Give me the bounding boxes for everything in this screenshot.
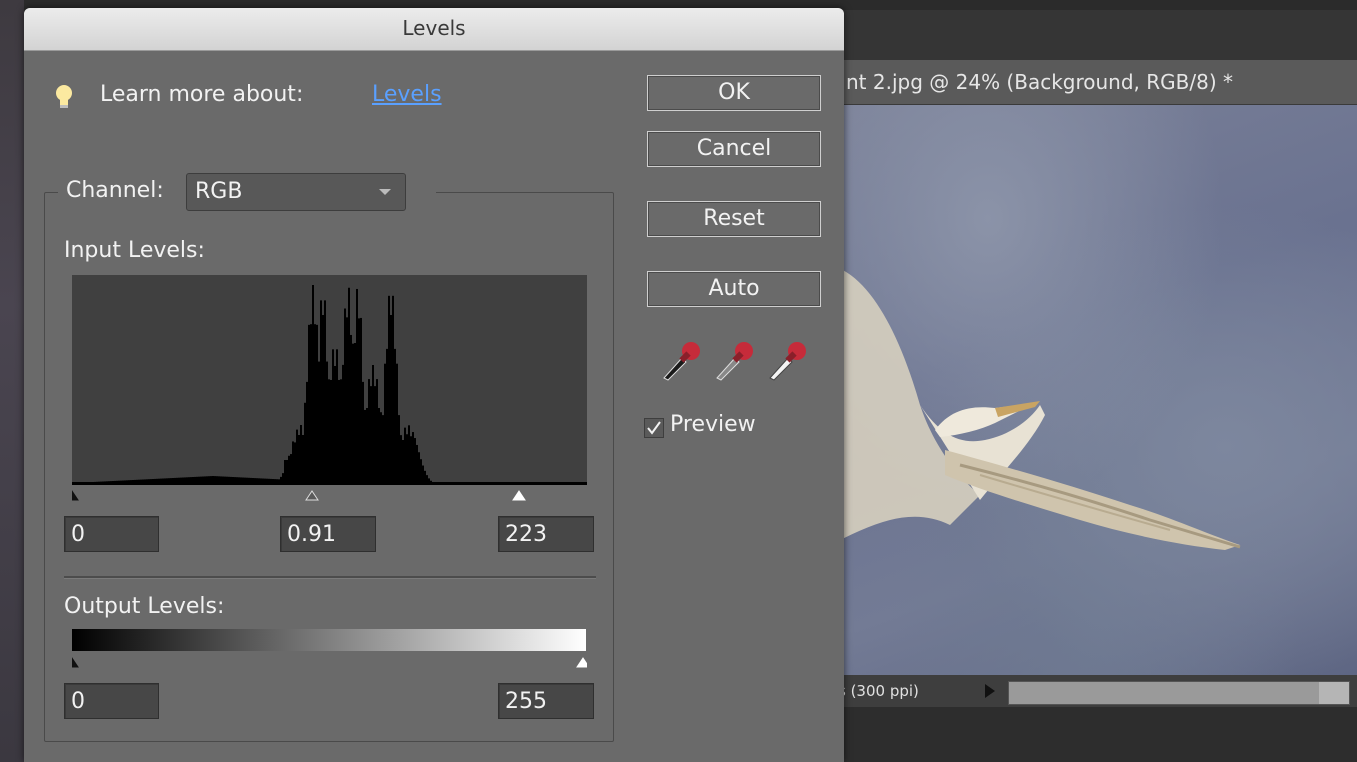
document-status-text: s (300 ppi) [838,682,919,700]
eyedropper-group [658,338,818,384]
auto-button[interactable]: Auto [647,271,821,307]
input-gamma-slider-handle[interactable] [305,490,319,501]
output-levels-label: Output Levels: [64,594,225,619]
document-bottom-area [830,707,1357,762]
channel-select[interactable]: RGB [186,173,406,211]
document-canvas[interactable] [830,105,1357,675]
channel-select-value: RGB [195,179,243,204]
input-white-field[interactable]: 223 [498,516,594,552]
preview-checkbox[interactable] [644,418,664,438]
learn-more-label: Learn more about: [100,82,304,107]
lightbulb-icon [56,85,72,108]
document-status-bar: s (300 ppi) [830,675,1357,707]
preview-label: Preview [670,412,756,437]
background-app-area [0,0,24,762]
section-divider [64,576,596,579]
output-white-field[interactable]: 255 [498,683,594,719]
output-black-slider-handle[interactable] [72,657,79,668]
reset-button[interactable]: Reset [647,201,821,237]
checkmark-icon [647,421,661,435]
input-white-slider-handle[interactable] [512,490,526,501]
input-black-field[interactable]: 0 [64,516,159,552]
white-eyedropper-icon[interactable] [764,338,810,384]
black-eyedropper-icon[interactable] [658,338,704,384]
dialog-titlebar[interactable]: Levels [24,8,844,51]
gray-eyedropper-icon[interactable] [711,338,757,384]
output-levels-slider[interactable] [72,653,587,669]
egret-image [830,265,1241,550]
output-black-field[interactable]: 0 [64,683,159,719]
document-window: nt 2.jpg @ 24% (Background, RGB/8) * s (… [830,10,1357,762]
input-gamma-field[interactable]: 0.91 [280,516,376,552]
histogram [72,275,587,485]
learn-more-link[interactable]: Levels [372,82,442,107]
ok-button[interactable]: OK [647,75,821,111]
cancel-button[interactable]: Cancel [647,131,821,167]
document-tab[interactable]: nt 2.jpg @ 24% (Background, RGB/8) * [830,60,1357,105]
input-levels-slider[interactable] [72,486,587,502]
horizontal-scrollbar[interactable] [1008,681,1350,705]
input-levels-label: Input Levels: [64,238,205,263]
output-gradient-bar [72,629,586,651]
status-menu-arrow-icon[interactable] [985,684,995,698]
levels-dialog: Levels Learn more about: Levels OK Cance… [24,8,844,762]
dialog-title: Levels [402,16,466,40]
channel-row: Channel: RGB [58,170,436,212]
document-tab-title: nt 2.jpg @ 24% (Background, RGB/8) * [846,70,1234,94]
channel-label: Channel: [66,178,164,203]
output-white-slider-handle[interactable] [576,657,587,668]
chevron-down-icon [379,189,391,195]
scrollbar-thumb[interactable] [1319,682,1349,704]
input-black-slider-handle[interactable] [72,490,79,501]
